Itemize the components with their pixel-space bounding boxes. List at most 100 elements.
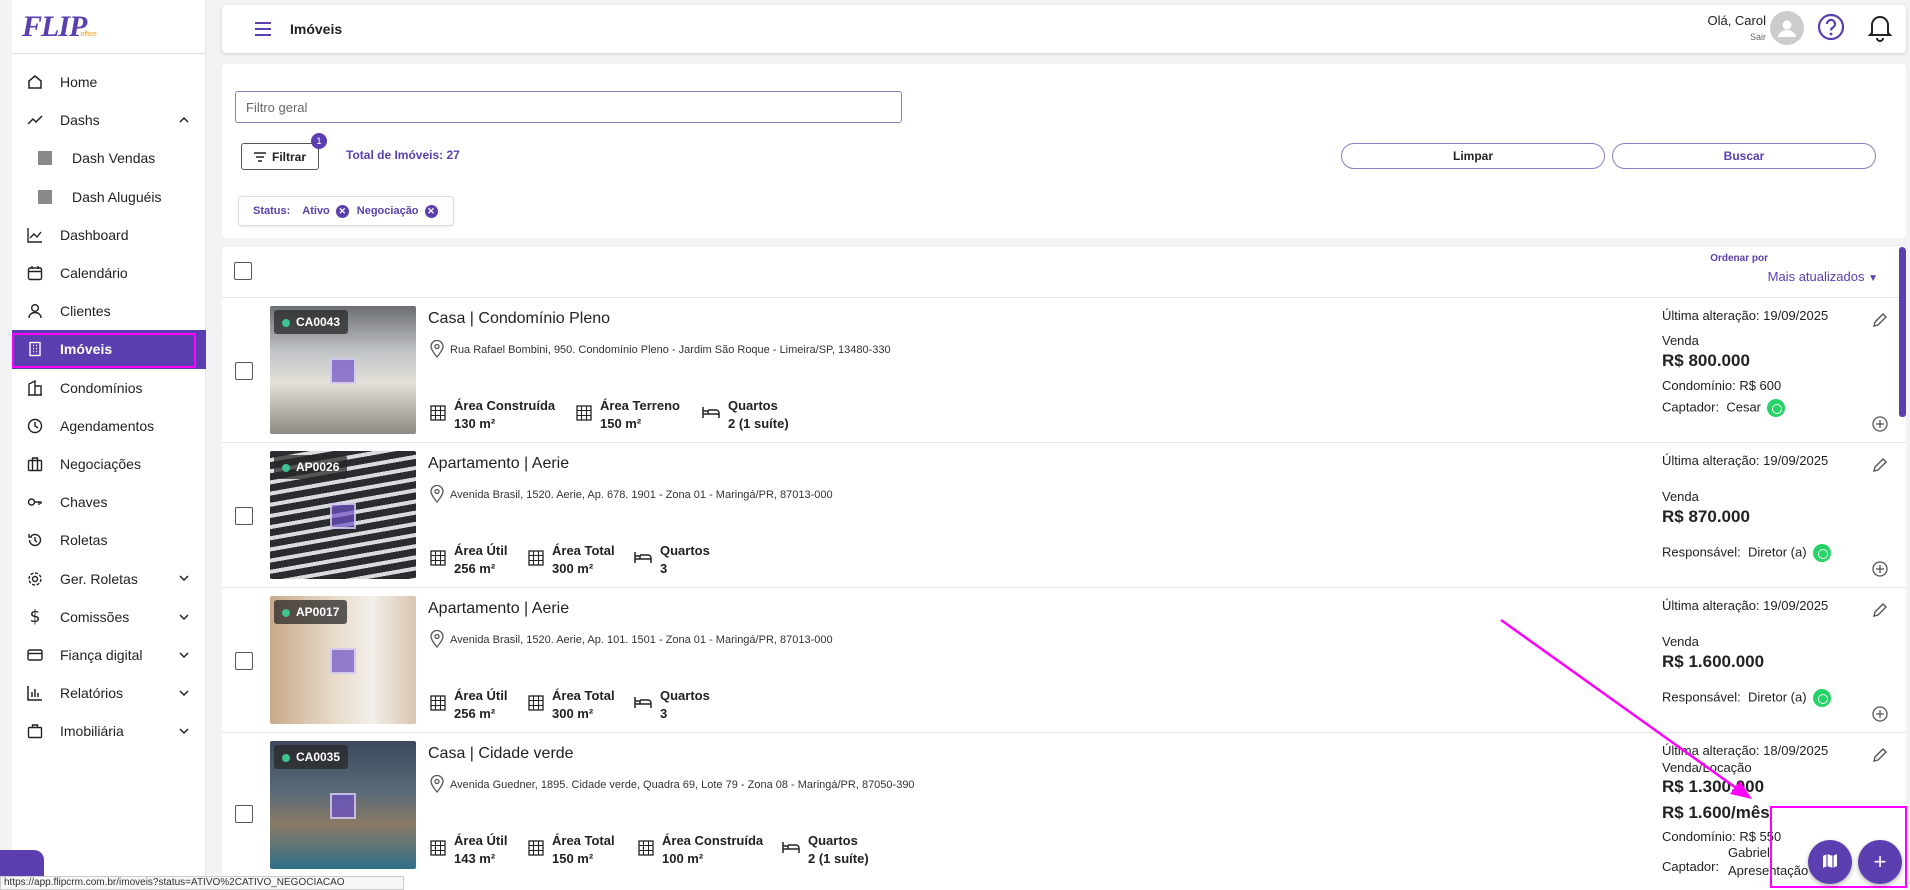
property-title[interactable]: Casa | Condomínio Pleno [428, 310, 610, 328]
property-title[interactable]: Casa | Cidade verde [428, 745, 574, 763]
property-image[interactable]: CA0035 [270, 741, 416, 869]
filter-button[interactable]: Filtrar [241, 143, 319, 170]
logo[interactable]: FLIP office [12, 0, 205, 54]
filter-panel: Filtro geral Filtrar 1 Total de Imóveis:… [222, 64, 1906, 238]
sidebar-item-fianca-digital[interactable]: Fiança digital [12, 636, 206, 674]
status-filter-chip: Status: Ativo ✕ Negociação ✕ [238, 196, 454, 226]
remove-chip-icon[interactable]: ✕ [424, 204, 438, 218]
property-title[interactable]: Apartamento | Aerie [428, 455, 569, 473]
building-icon [26, 340, 44, 358]
row-checkbox[interactable] [235, 652, 253, 670]
sidebar-item-label: Dash Vendas [72, 150, 156, 167]
general-filter-input[interactable]: Filtro geral [235, 91, 902, 123]
calendar-icon [26, 264, 44, 282]
list-item[interactable]: CA0035 Casa | Cidade verde Avenida Guedn… [222, 733, 1906, 890]
person-icon [26, 302, 44, 320]
list-item[interactable]: AP0026 Apartamento | Aerie Avenida Brasi… [222, 443, 1906, 588]
feature-value: 2 (1 suíte) [728, 416, 789, 431]
avatar[interactable] [1770, 11, 1804, 45]
edit-icon[interactable] [1872, 747, 1888, 768]
agent-name: Diretor (a) [1748, 689, 1807, 705]
list-item[interactable]: AP0017 Apartamento | Aerie Avenida Brasi… [222, 588, 1906, 733]
sidebar-item-clientes[interactable]: Clientes [12, 292, 206, 330]
agent-label: Captador: [1662, 399, 1720, 415]
feature: Quartos 3 [634, 543, 710, 576]
sidebar-item-dash-alugueis[interactable]: Dash Aluguéis [12, 178, 206, 216]
feature-value: 130 m² [454, 416, 496, 431]
edit-icon[interactable] [1872, 312, 1888, 333]
whatsapp-icon[interactable] [1812, 689, 1831, 707]
remove-chip-icon[interactable]: ✕ [335, 204, 349, 218]
feature-value: 256 m² [454, 561, 496, 576]
price: R$ 1.600.000 [1662, 652, 1765, 671]
feature-value: 3 [660, 706, 668, 721]
property-image[interactable]: CA0043 [270, 306, 416, 434]
sidebar-item-roletas[interactable]: Roletas [12, 521, 206, 559]
logout-link[interactable]: Sair [1707, 32, 1766, 42]
order-select[interactable]: Mais atualizados ▼ [1768, 269, 1878, 284]
chevron-down-icon [178, 610, 190, 626]
search-button[interactable]: Buscar [1612, 143, 1876, 169]
property-image[interactable]: AP0017 [270, 596, 416, 724]
feature: Área Útil 256 m² [430, 543, 507, 576]
sidebar-item-imobiliaria[interactable]: Imobiliária [12, 712, 206, 750]
help-icon[interactable] [1816, 12, 1846, 47]
sidebar-item-dashs[interactable]: Dashs [12, 101, 206, 139]
sidebar-item-imoveis[interactable]: Imóveis [12, 330, 206, 369]
row-checkbox[interactable] [235, 362, 253, 380]
add-circle-icon[interactable] [1872, 416, 1888, 437]
map-view-button[interactable] [1808, 840, 1852, 884]
sidebar-item-ger-roletas[interactable]: Ger. Roletas [12, 559, 206, 597]
trending-up-icon [26, 111, 44, 129]
area-icon [528, 840, 544, 859]
bar-chart-icon [26, 684, 44, 702]
feature-label: Quartos [808, 833, 858, 848]
sidebar-item-comissoes[interactable]: $ Comissões [12, 598, 206, 636]
sidebar-item-label: Dashboard [60, 226, 129, 243]
sidebar-item-negociacoes[interactable]: Negociações [12, 445, 206, 483]
area-icon [430, 550, 446, 569]
edit-icon[interactable] [1872, 457, 1888, 478]
hamburger-menu-icon[interactable] [252, 18, 274, 40]
list-item[interactable]: CA0043 Casa | Condomínio Pleno Rua Rafae… [222, 298, 1906, 443]
row-checkbox[interactable] [235, 805, 253, 823]
agent-name: Diretor (a) [1748, 544, 1807, 560]
last-updated: Última alteração: 18/09/2025 [1662, 743, 1829, 758]
feature-label: Área Construída [454, 398, 556, 413]
sidebar-item-dash-vendas[interactable]: Dash Vendas [12, 139, 206, 177]
property-image[interactable]: AP0026 [270, 451, 416, 579]
whatsapp-icon[interactable] [1767, 399, 1786, 417]
clear-button[interactable]: Limpar [1341, 143, 1605, 169]
area-icon [576, 405, 592, 424]
deal-type: Venda [1662, 634, 1699, 649]
property-code: AP0026 [274, 455, 348, 479]
user-greeting: Olá, Carol [1707, 13, 1766, 28]
add-circle-icon[interactable] [1872, 561, 1888, 582]
condo-fee: Condomínio: R$ 550 [1662, 829, 1782, 844]
feature-value: 300 m² [552, 561, 594, 576]
address-text: Avenida Guedner, 1895. Cidade verde, Qua… [450, 779, 915, 791]
sidebar-item-home[interactable]: Home [12, 63, 206, 101]
feature-label: Área Útil [454, 543, 508, 558]
sidebar-item-relatorios[interactable]: Relatórios [12, 674, 206, 712]
feature-value: 3 [660, 561, 668, 576]
sidebar-item-calendario[interactable]: Calendário [12, 254, 206, 292]
sidebar-item-dashboard[interactable]: Dashboard [12, 216, 206, 254]
bed-icon [634, 695, 652, 712]
select-all-checkbox[interactable] [234, 262, 252, 280]
row-checkbox[interactable] [235, 507, 253, 525]
sidebar-item-agendamentos[interactable]: Agendamentos [12, 407, 206, 445]
add-property-button[interactable]: + [1858, 840, 1902, 884]
sidebar-item-chaves[interactable]: Chaves [12, 483, 206, 521]
watermark-logo [330, 503, 356, 529]
property-title[interactable]: Apartamento | Aerie [428, 600, 569, 618]
chip-value: Ativo [302, 205, 330, 217]
bed-icon [782, 840, 800, 857]
whatsapp-icon[interactable] [1812, 544, 1831, 562]
chart-image-icon [36, 188, 54, 206]
sidebar-item-condominios[interactable]: Condomínios [12, 369, 206, 407]
feature-value: 150 m² [552, 851, 594, 866]
edit-icon[interactable] [1872, 602, 1888, 623]
bell-icon[interactable] [1866, 12, 1894, 47]
add-circle-icon[interactable] [1872, 706, 1888, 727]
